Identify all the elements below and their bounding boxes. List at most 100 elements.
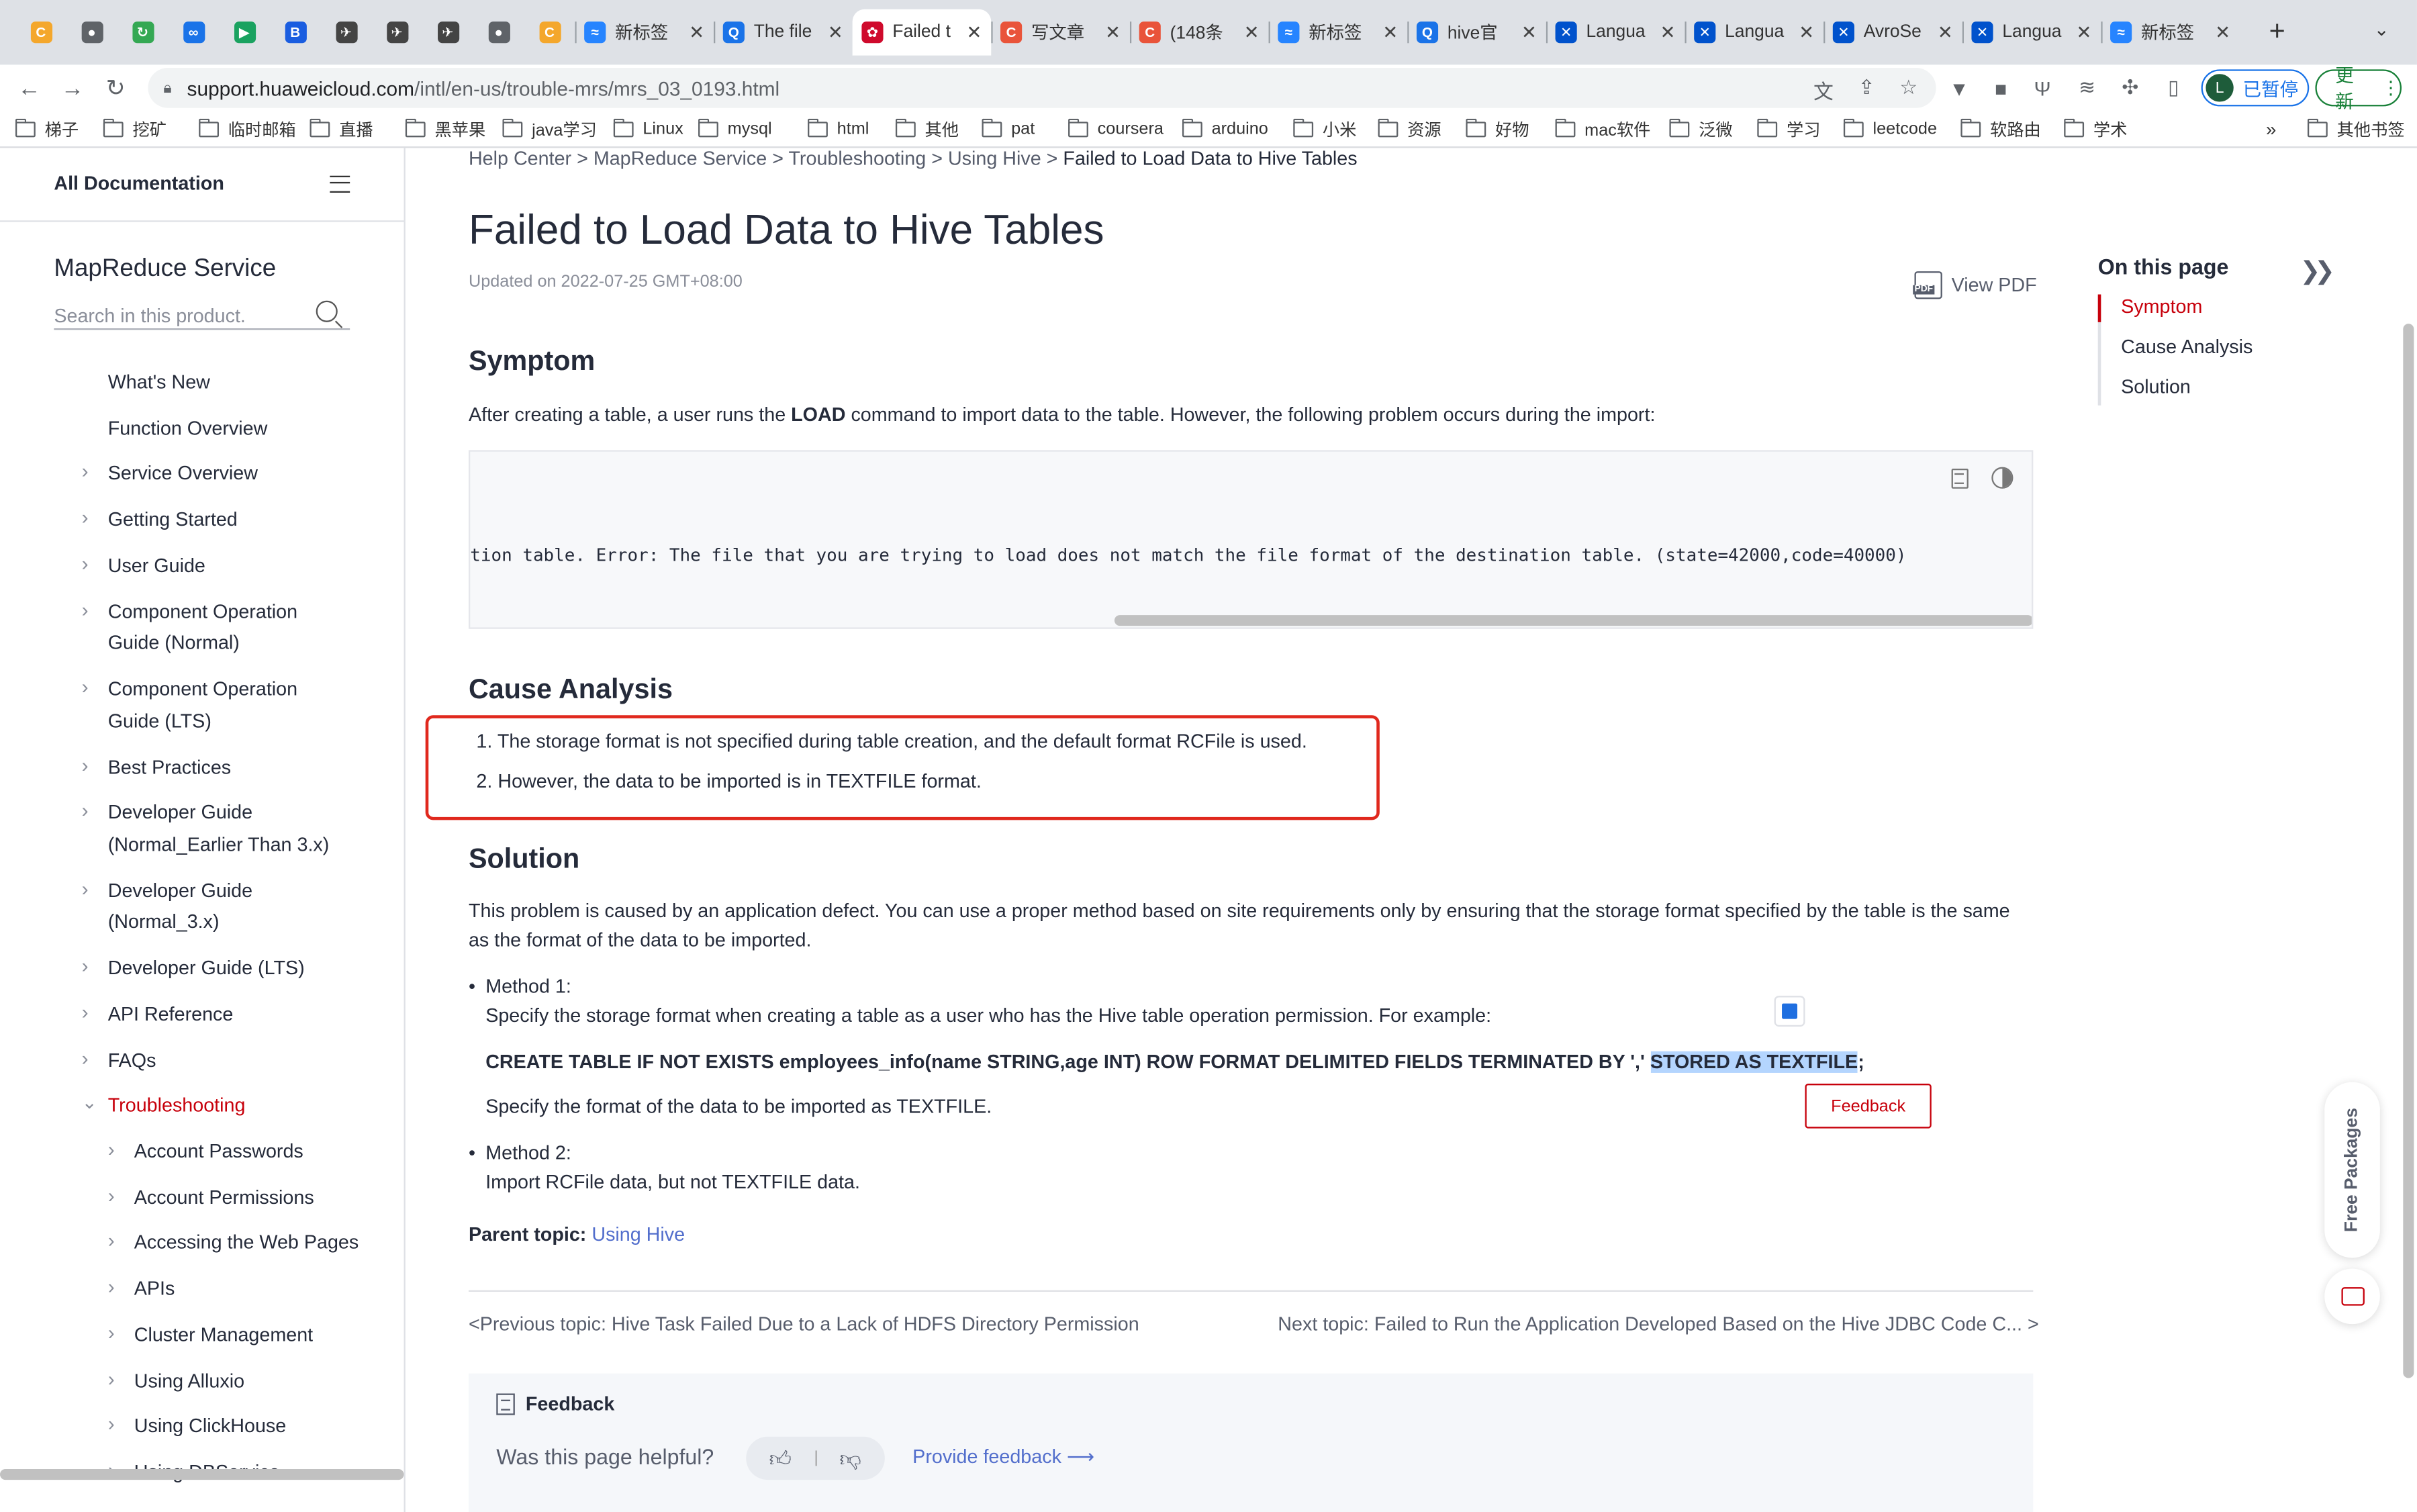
previous-topic-link[interactable]: <Previous topic: Hive Task Failed Due to… <box>469 1313 1139 1335</box>
bookmark-folder[interactable]: 学术 <box>2064 117 2127 142</box>
close-tab-icon[interactable]: ✕ <box>828 21 843 43</box>
bookmark-folder[interactable]: 直播 <box>310 117 373 142</box>
tab-pinned[interactable]: C <box>15 9 66 56</box>
chevron-right-icon[interactable]: › <box>108 1180 115 1212</box>
tab-pinned[interactable]: ✈ <box>371 9 422 56</box>
bookmarks-overflow-icon[interactable]: » <box>2266 117 2276 142</box>
bookmark-folder[interactable]: 学习 <box>1757 117 1820 142</box>
tab-pinned[interactable]: ▶ <box>219 9 270 56</box>
tab[interactable]: ≈ 新标签 ✕ <box>1268 9 1408 56</box>
provide-feedback-link[interactable]: Provide feedback ⟶ <box>912 1444 1094 1468</box>
collapse-double-chevron-icon[interactable]: ❯❯ <box>2300 256 2334 287</box>
close-tab-icon[interactable]: ✕ <box>689 21 704 43</box>
translate-popup-icon[interactable] <box>1774 996 1805 1027</box>
tampermonkey-extension-icon[interactable]: ■ <box>1989 75 2013 100</box>
theme-toggle-icon[interactable] <box>1991 467 2013 489</box>
confluence-extension-icon[interactable]: ≋ <box>2075 75 2099 100</box>
bookmark-folder[interactable]: Linux <box>613 117 683 142</box>
bookmark-star-icon[interactable]: ☆ <box>1899 75 1917 105</box>
new-tab-button[interactable]: + <box>2269 15 2285 48</box>
view-pdf-link[interactable]: View PDF <box>1913 271 2037 299</box>
chevron-right-icon[interactable]: › <box>108 1318 115 1350</box>
bookmark-folder[interactable]: 资源 <box>1378 117 1441 142</box>
tab[interactable]: Qhive官 ✕ <box>1407 9 1546 56</box>
bookmark-folder[interactable]: mysql <box>698 117 772 142</box>
reload-icon[interactable]: ↻ <box>99 71 133 105</box>
chevron-right-icon[interactable]: › <box>82 594 89 626</box>
tab-active[interactable]: ✿ Failed t ✕ <box>852 9 992 56</box>
code-horizontal-scrollbar[interactable] <box>1114 615 2032 626</box>
bookmark-folder[interactable]: 软路由 <box>1960 117 2041 142</box>
close-tab-icon[interactable]: ✕ <box>966 21 982 43</box>
tab-pinned[interactable]: ✈ <box>422 9 473 56</box>
close-tab-icon[interactable]: ✕ <box>1938 21 1953 43</box>
bookmark-folder[interactable]: 临时邮箱 <box>199 117 296 142</box>
tab-pinned[interactable]: C <box>524 9 575 56</box>
product-search-input[interactable]: Search in this product. <box>54 296 350 330</box>
bookmark-folder[interactable]: arduino <box>1182 117 1268 142</box>
tab[interactable]: C (148条 ✕ <box>1129 9 1269 56</box>
chevron-right-icon[interactable]: › <box>108 1409 115 1441</box>
close-tab-icon[interactable]: ✕ <box>1799 21 1814 43</box>
tab[interactable]: ✕ Langua ✕ <box>1685 9 1823 56</box>
bookmark-folder[interactable]: coursera <box>1068 117 1164 142</box>
tab[interactable]: Q The file ✕ <box>714 9 853 56</box>
feedback-button[interactable]: Feedback <box>1805 1084 1932 1129</box>
tab-pinned[interactable]: ● <box>473 9 524 56</box>
puzzle-extensions-icon[interactable]: ✣ <box>2118 75 2143 100</box>
free-packages-widget[interactable]: Free Packages <box>2324 1082 2380 1258</box>
breadcrumb-item[interactable]: Using Hive <box>948 148 1041 169</box>
chat-icon[interactable] <box>2324 1268 2380 1325</box>
bookmark-folder[interactable]: html <box>808 117 869 142</box>
tab-pinned[interactable]: ↻ <box>117 9 168 56</box>
chevron-right-icon[interactable]: › <box>108 1364 115 1395</box>
bookmark-other[interactable]: 其他书签 <box>2307 117 2405 142</box>
tab-search-chevron-icon[interactable]: ⌄ <box>2374 19 2389 40</box>
tab[interactable]: ≈ 新标签 ✕ <box>575 9 714 56</box>
bookmark-folder[interactable]: 泛微 <box>1669 117 1733 142</box>
chevron-right-icon[interactable]: › <box>82 1043 89 1074</box>
breadcrumb-item[interactable]: MapReduce Service <box>594 148 767 169</box>
chevron-right-icon[interactable]: › <box>82 503 89 534</box>
bookmark-folder[interactable]: 小米 <box>1293 117 1356 142</box>
chevron-right-icon[interactable]: › <box>82 750 89 782</box>
thumbs-up-icon[interactable]: 👍︎ <box>746 1445 814 1471</box>
back-arrow-icon[interactable]: ← <box>12 71 46 105</box>
chevron-right-icon[interactable]: › <box>82 672 89 704</box>
bookmark-folder[interactable]: 黑苹果 <box>405 117 485 142</box>
hamburger-menu-icon[interactable] <box>330 175 350 193</box>
close-tab-icon[interactable]: ✕ <box>1521 21 1537 43</box>
bookmark-folder[interactable]: 梯子 <box>15 117 79 142</box>
chevron-right-icon[interactable]: › <box>82 951 89 983</box>
share-icon[interactable]: ⇪ <box>1858 75 1875 105</box>
chevron-right-icon[interactable]: › <box>82 796 89 827</box>
tab-pinned[interactable]: ✈ <box>321 9 372 56</box>
bookmark-folder[interactable]: mac软件 <box>1555 117 1650 142</box>
tab-pinned[interactable]: B <box>270 9 321 56</box>
next-topic-link[interactable]: Next topic: Failed to Run the Applicatio… <box>1278 1313 2038 1335</box>
bookmark-folder[interactable]: pat <box>982 117 1035 142</box>
toc-item-solution[interactable]: Solution <box>2121 376 2191 397</box>
update-button[interactable]: 更新 ⋮ <box>2315 64 2402 113</box>
bookmark-folder[interactable]: 好物 <box>1466 117 1529 142</box>
sprout-extension-icon[interactable]: Ψ <box>2030 75 2055 100</box>
forward-arrow-icon[interactable]: → <box>56 71 90 105</box>
bookmark-folder[interactable]: 其他 <box>895 117 959 142</box>
breadcrumb-item[interactable]: Help Center <box>469 148 571 169</box>
sidebar-horizontal-scrollbar[interactable] <box>0 1468 404 1480</box>
tab-pinned[interactable]: ● <box>66 9 117 56</box>
tab[interactable]: ✕ Langua ✕ <box>1962 9 2101 56</box>
vue-extension-icon[interactable]: ▼ <box>1947 75 1972 100</box>
address-bar[interactable]: 🔒︎ support.huaweicloud.com/intl/en-us/tr… <box>148 68 1936 108</box>
chevron-down-icon[interactable]: ⌄ <box>82 1087 97 1119</box>
close-tab-icon[interactable]: ✕ <box>1382 21 1398 43</box>
bookmark-folder[interactable]: java学习 <box>502 117 597 142</box>
tab[interactable]: ✕ AvroSe ✕ <box>1823 9 1962 56</box>
chevron-right-icon[interactable]: › <box>108 1226 115 1258</box>
toc-item-symptom[interactable]: Symptom <box>2121 296 2202 318</box>
translate-page-icon[interactable]: 文 <box>1813 75 1834 105</box>
close-tab-icon[interactable]: ✕ <box>1244 21 1260 43</box>
tab-pinned[interactable]: ∞ <box>168 9 219 56</box>
tab[interactable]: ✕ Langua ✕ <box>1546 9 1685 56</box>
page-vertical-scrollbar[interactable] <box>2403 324 2414 1378</box>
